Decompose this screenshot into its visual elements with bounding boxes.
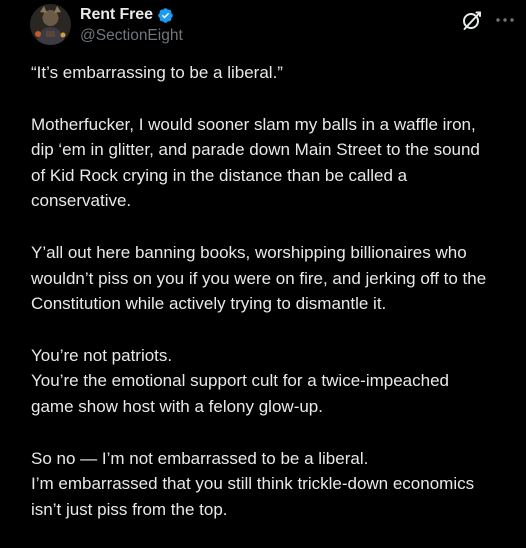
tweet-line: wouldn’t piss on you if you were on fire…: [31, 268, 487, 288]
author-display-name[interactable]: Rent Free: [80, 6, 153, 24]
tweet-line: isn’t just piss from the top.: [31, 499, 228, 519]
tweet-line: “It’s embarrassing to be a liberal.”: [31, 63, 283, 82]
tweet-text: “It’s embarrassing to be a liberal.” Mot…: [31, 60, 521, 548]
author-names: Rent Free @SectionEight: [80, 5, 183, 45]
tweet-paragraph: Motherfucker, I would sooner slam my bal…: [31, 112, 521, 214]
tweet-line: I’m embarrassed that you still think tri…: [31, 474, 475, 494]
tweet-line: of Kid Rock crying in the distance than …: [31, 165, 408, 185]
tweet-paragraph: Y’all out here banning books, worshippin…: [31, 240, 521, 317]
tweet-line: conservative.: [31, 191, 132, 211]
author-handle[interactable]: @SectionEight: [80, 27, 183, 45]
tweet-paragraph: So no — I’m not embarrassed to be a libe…: [31, 446, 521, 523]
tweet-line: Y’all out here banning books, worshippin…: [31, 242, 467, 262]
tweet-paragraph: You’re not patriots. You’re the emotiona…: [31, 343, 521, 420]
grok-icon[interactable]: [460, 8, 484, 32]
tweet-header: Rent Free @SectionEight: [0, 0, 526, 52]
tweet-line: You’re not patriots.: [31, 345, 173, 365]
more-options-icon[interactable]: [493, 8, 517, 32]
tweet-paragraph: “It’s embarrassing to be a liberal.”: [31, 60, 521, 86]
tweet-line: game show host with a felony glow-up.: [31, 396, 323, 416]
tweet-line: Motherfucker, I would sooner slam my bal…: [31, 114, 476, 134]
tweet-line: So no — I’m not embarrassed to be a libe…: [31, 448, 369, 468]
tweet-line: dip ‘em in glitter, and parade down Main…: [31, 140, 480, 160]
verified-badge-icon: [157, 7, 174, 24]
tweet-line: Constitution while actively trying to di…: [31, 294, 387, 314]
tweet-line: You’re the emotional support cult for a …: [31, 371, 449, 391]
avatar[interactable]: [30, 4, 71, 45]
